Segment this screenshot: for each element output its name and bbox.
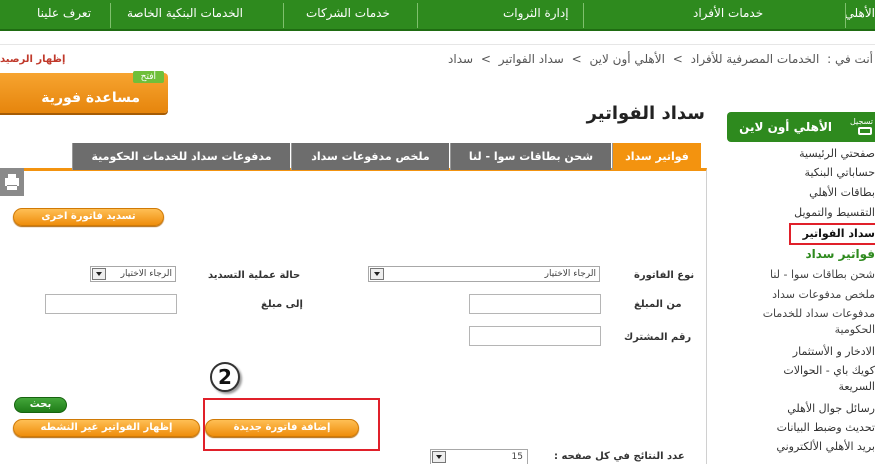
sidebar-item-savings[interactable]: الادخار و الأستثمار — [793, 345, 875, 358]
quick-help-button[interactable]: أفتح مساعدة فورية — [0, 71, 168, 113]
print-icon-paper — [7, 185, 17, 190]
breadcrumb-separator: > — [672, 52, 683, 66]
highlight-box — [789, 223, 875, 245]
sidebar-item-financing[interactable]: التقسيط والتمويل — [794, 206, 875, 219]
nav-item-alahli[interactable]: الأهلي — [845, 6, 875, 20]
payment-status-value: الرجاء الاختيار — [120, 269, 172, 279]
sidebar-item-gov-payments[interactable]: مدفوعات سداد للخدمات — [763, 307, 875, 320]
sidebar-item-sms[interactable]: رسائل جوال الأهلي — [787, 402, 875, 415]
show-balance-link[interactable]: إظهار الرصيد — [0, 54, 65, 65]
nav-divider — [845, 3, 846, 28]
payment-status-label: حالة عملية التسديد — [208, 270, 301, 281]
sidebar-item-quickpay[interactable]: كويك باي - الحوالات — [783, 364, 875, 377]
nav-item-private-banking[interactable]: الخدمات البنكية الخاصة — [127, 6, 243, 20]
nav-divider — [283, 3, 284, 28]
enter-label: تسجيل — [850, 117, 873, 126]
bill-type-select[interactable]: الرجاء الاختيار — [368, 266, 600, 282]
bill-type-value: الرجاء الاختيار — [544, 269, 596, 279]
divider — [0, 44, 875, 45]
breadcrumb-item[interactable]: الخدمات المصرفية للأفراد — [691, 52, 820, 66]
chevron-down-icon — [370, 268, 384, 280]
enter-arrow-icon — [858, 127, 872, 135]
bill-type-label: نوع الفاتورة — [634, 270, 695, 281]
sidebar-item-email[interactable]: بريد الأهلي الألكتروني — [776, 440, 875, 453]
to-amount-label: إلى مبلغ — [261, 299, 303, 310]
sidebar-item-gov-payments-line2[interactable]: الحكومية — [835, 323, 875, 336]
breadcrumb-item[interactable]: الأهلي أون لاين — [590, 52, 665, 66]
breadcrumb: أنت في : الخدمات المصرفية للأفراد > الأه… — [446, 52, 875, 66]
sidebar-item-home[interactable]: صفحتي الرئيسية — [799, 147, 875, 160]
nav-divider — [583, 3, 584, 28]
search-button[interactable]: بحث — [14, 397, 67, 413]
tab-gov-payments[interactable]: مدفوعات سداد للخدمات الحكومية — [72, 143, 290, 170]
results-per-page-value: 15 — [511, 452, 523, 462]
nav-divider — [417, 3, 418, 28]
step-badge: 2 — [210, 362, 240, 392]
pay-another-bill-button[interactable]: تسديد فاتورة اخرى — [13, 208, 164, 226]
quick-help-label: مساعدة فورية — [41, 90, 140, 106]
breadcrumb-separator: > — [480, 52, 491, 66]
annotation-box — [203, 398, 380, 451]
nav-divider — [110, 3, 111, 28]
tab-sadad-summary[interactable]: ملخص مدفوعات سداد — [291, 143, 449, 170]
sidebar-header-label: الأهلي أون لاين — [739, 120, 832, 134]
results-per-page-label: عدد النتائج في كل صفحه : — [554, 451, 685, 462]
results-per-page-select[interactable]: 15 — [430, 449, 528, 464]
nav-item-corporate[interactable]: خدمات الشركات — [306, 6, 390, 20]
sidebar-item-update-data[interactable]: تحديث وضبط البيانات — [777, 421, 875, 434]
nav-item-about[interactable]: تعرف علينا — [37, 6, 91, 20]
nav-item-wealth[interactable]: إدارة الثروات — [503, 6, 569, 20]
subscriber-number-label: رقم المشترك — [624, 332, 692, 343]
show-inactive-bills-button[interactable]: إظهار الفواتير غير النشطه — [13, 419, 200, 437]
page-title: سداد الفواتير — [586, 103, 705, 124]
breadcrumb-prefix: أنت في : — [827, 52, 873, 66]
quick-help-badge: أفتح — [132, 71, 164, 83]
payment-status-select[interactable]: الرجاء الاختيار — [90, 266, 176, 282]
tab-bar: فواتير سداد شحن بطاقات سوا - لنا ملخص مد… — [72, 143, 701, 170]
chevron-down-icon — [432, 451, 446, 463]
to-amount-input[interactable] — [45, 294, 177, 314]
sidebar-item-sadad-bills[interactable]: فواتير سداد — [805, 247, 875, 261]
from-amount-input[interactable] — [469, 294, 601, 314]
sidebar-item-sadad-summary[interactable]: ملخص مدفوعات سداد — [772, 288, 875, 301]
top-nav: الأهلي خدمات الأفراد إدارة الثروات خدمات… — [0, 0, 875, 31]
sidebar-item-cards[interactable]: بطاقات الأهلي — [809, 186, 875, 199]
from-amount-label: من المبلغ — [634, 299, 682, 310]
tab-sadad-bills[interactable]: فواتير سداد — [612, 143, 701, 170]
chevron-down-icon — [92, 268, 106, 280]
sidebar-header[interactable]: الأهلي أون لاين تسجيل — [727, 112, 875, 142]
sidebar-item-quickpay-line2[interactable]: السريعة — [838, 380, 875, 393]
sidebar-item-sawa-topup[interactable]: شحن بطاقات سوا - لنا — [770, 268, 875, 281]
nav-item-individuals[interactable]: خدمات الأفراد — [693, 6, 763, 20]
breadcrumb-item[interactable]: سداد الفواتير — [499, 52, 564, 66]
subscriber-number-input[interactable] — [469, 326, 601, 346]
breadcrumb-current: سداد — [448, 52, 474, 66]
breadcrumb-separator: > — [571, 52, 582, 66]
tab-sawa-topup[interactable]: شحن بطاقات سوا - لنا — [450, 143, 611, 170]
sidebar-item-accounts[interactable]: حساباتي البنكية — [805, 166, 875, 179]
print-icon[interactable] — [0, 168, 24, 196]
